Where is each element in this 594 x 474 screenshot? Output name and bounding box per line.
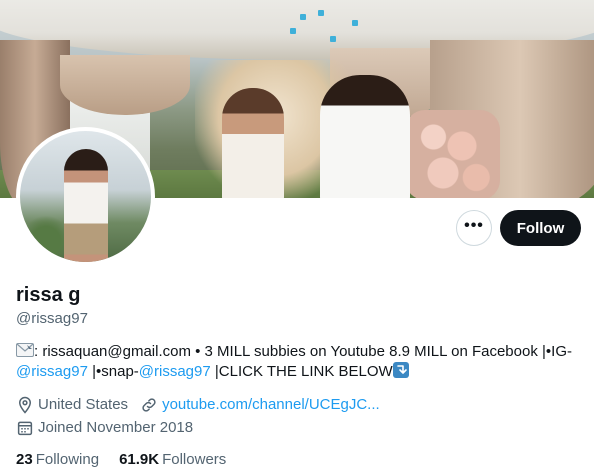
avatar[interactable] — [16, 127, 155, 266]
profile-handle: @rissag97 — [16, 310, 88, 327]
bio-text: : rissaquan@gmail.com • 3 MILL subbies o… — [34, 343, 572, 360]
profile-website[interactable]: youtube.com/channel/UCEgJC... — [140, 395, 380, 415]
more-icon: ••• — [464, 217, 484, 234]
banner-balloons — [405, 110, 500, 198]
more-options-button[interactable]: ••• — [456, 210, 492, 246]
banner-person — [320, 75, 410, 198]
followers-count: 61.9K — [119, 451, 160, 468]
avatar-figure — [64, 149, 108, 262]
confetti — [300, 14, 306, 20]
link-icon — [142, 398, 156, 412]
envelope-icon — [16, 343, 34, 357]
following-label: Following — [35, 451, 100, 468]
profile-joined: Joined November 2018 — [16, 418, 193, 438]
bio-text: |CLICK THE LINK BELOW — [210, 363, 393, 380]
confetti — [290, 28, 296, 34]
display-name: rissa g — [16, 284, 81, 306]
calendar-icon — [17, 421, 33, 436]
profile-location: United States — [16, 395, 128, 415]
confetti — [330, 36, 336, 42]
down-arrow-icon — [392, 362, 409, 378]
website-link[interactable]: youtube.com/channel/UCEgJC... — [162, 395, 380, 415]
bio-text: |•snap- — [87, 363, 139, 380]
profile-bio: : rissaquan@gmail.com • 3 MILL subbies o… — [16, 342, 586, 382]
banner-person — [222, 88, 284, 198]
banner-drape — [60, 55, 190, 115]
location-text: United States — [38, 396, 129, 413]
profile-stats: 23 Following 61.9K Followers — [16, 451, 246, 468]
followers-stat[interactable]: 61.9K Followers — [119, 451, 226, 468]
ig-handle-link[interactable]: @rissag97 — [16, 363, 88, 380]
profile-meta: United States youtube.com/channel/UCEgJC… — [16, 395, 392, 438]
location-pin-icon — [18, 396, 32, 414]
follow-button[interactable]: Follow — [500, 210, 581, 246]
following-count: 23 — [16, 451, 33, 468]
snap-handle-link[interactable]: @rissag97 — [139, 363, 211, 380]
confetti — [352, 20, 358, 26]
joined-text: Joined November 2018 — [38, 419, 194, 436]
avatar-plant — [26, 211, 66, 262]
followers-label: Followers — [162, 451, 227, 468]
following-stat[interactable]: 23 Following — [16, 451, 99, 468]
confetti — [318, 10, 324, 16]
